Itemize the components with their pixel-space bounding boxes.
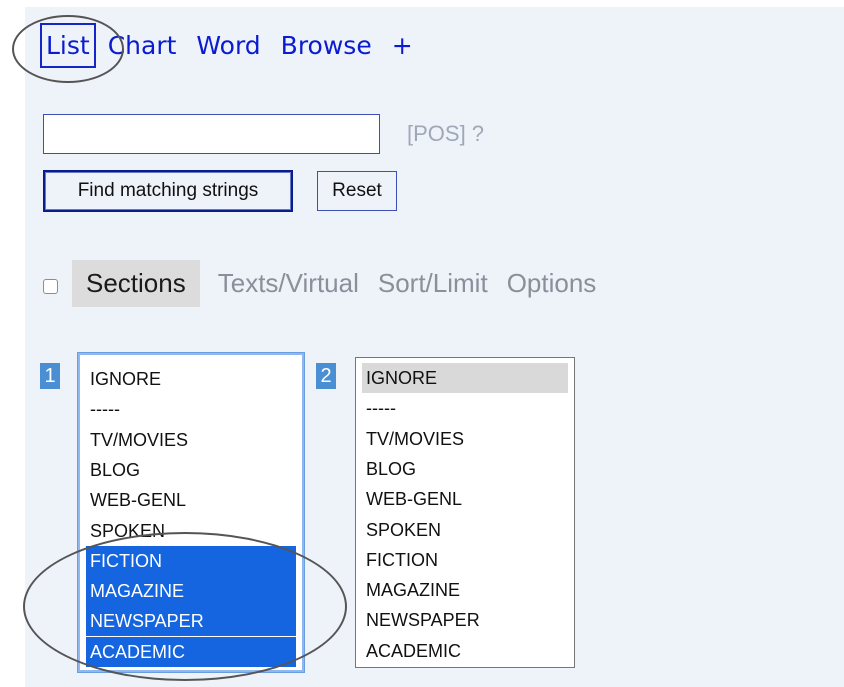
tab-texts-virtual[interactable]: Texts/Virtual [218, 268, 359, 299]
section-option-tv-movies[interactable]: TV/MOVIES [362, 424, 568, 454]
section-option-ignore[interactable]: IGNORE [362, 363, 568, 393]
tab-bar: Sections Texts/Virtual Sort/Limit Option… [72, 259, 615, 307]
nav-chart-link[interactable]: Chart [108, 33, 177, 58]
tabs-checkbox[interactable] [43, 279, 58, 294]
section-option-blog[interactable]: BLOG [86, 455, 296, 485]
section-option-spoken[interactable]: SPOKEN [362, 515, 568, 545]
section-option-academic[interactable]: ACADEMIC [86, 636, 296, 667]
section-option-fiction[interactable]: FICTION [362, 545, 568, 575]
reset-button[interactable]: Reset [317, 171, 397, 211]
section-option-newspaper[interactable]: NEWSPAPER [86, 606, 296, 637]
search-input[interactable] [43, 114, 380, 154]
tab-sort-limit[interactable]: Sort/Limit [378, 268, 488, 299]
nav-word-link[interactable]: Word [196, 33, 260, 58]
section-option-ignore[interactable]: IGNORE [86, 364, 296, 394]
nav-browse-link[interactable]: Browse [281, 33, 372, 58]
section-option-web-genl[interactable]: WEB-GENL [86, 485, 296, 515]
section-list-2[interactable]: IGNORE ----- TV/MOVIES BLOG WEB-GENL SPOKEN FI… [355, 357, 575, 668]
section-option-web-genl[interactable]: WEB-GENL [362, 484, 568, 514]
section-option-blog[interactable]: BLOG [362, 454, 568, 484]
section-option-separator[interactable]: ----- [362, 393, 568, 423]
section-option-separator[interactable]: ----- [86, 394, 296, 424]
section-option-magazine[interactable]: MAGAZINE [362, 575, 568, 605]
section-option-magazine[interactable]: MAGAZINE [86, 576, 296, 607]
section-list-1-number: 1 [40, 363, 60, 389]
section-option-spoken[interactable]: SPOKEN [86, 516, 296, 546]
tab-options[interactable]: Options [507, 268, 597, 299]
section-list-1[interactable]: IGNORE ----- TV/MOVIES BLOG WEB-GENL SPOKEN FI… [77, 352, 305, 673]
section-option-academic[interactable]: ACADEMIC [362, 636, 568, 666]
section-option-fiction[interactable]: FICTION [86, 545, 296, 576]
section-list-2-number: 2 [316, 363, 336, 389]
find-matching-strings-button[interactable]: Find matching strings [43, 170, 293, 212]
tab-sections[interactable]: Sections [72, 259, 200, 307]
section-option-newspaper[interactable]: NEWSPAPER [362, 605, 568, 635]
nav-plus-link[interactable]: + [392, 33, 413, 58]
pos-hint[interactable]: [POS] ? [407, 121, 484, 147]
section-option-tv-movies[interactable]: TV/MOVIES [86, 425, 296, 455]
nav-list-link[interactable]: List [40, 22, 96, 68]
top-nav: List Chart Word Browse + [40, 22, 433, 68]
